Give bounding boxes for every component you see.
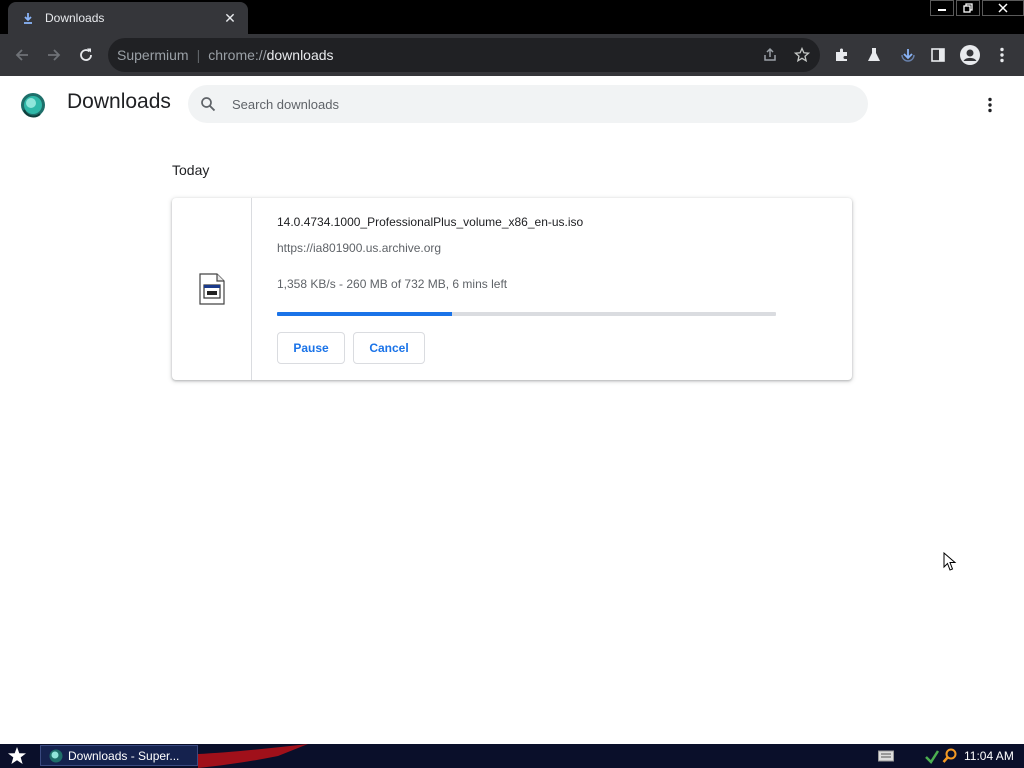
profile-icon [960,45,980,65]
share-button[interactable] [758,43,782,67]
page-title: Downloads [67,90,171,113]
menu-icon [1000,47,1004,63]
supermium-taskbar-icon [49,749,63,762]
extensions-icon [836,48,847,61]
window-controls [928,0,1024,18]
close-icon [998,3,1008,13]
tab-close-button[interactable]: ✕ [222,10,238,26]
labs-icon [868,48,880,61]
minimize-button[interactable] [930,0,954,16]
search-input[interactable] [230,95,834,113]
browser-toolbar: Supermium | chrome:// downloads [0,34,1024,76]
search-tray-icon[interactable] [942,748,958,764]
reload-icon [80,48,92,61]
labs-button[interactable] [862,43,886,67]
tab-title: Downloads [45,11,105,25]
share-icon [764,47,776,61]
omnibox-scheme: chrome:// [208,47,267,63]
star-icon [794,47,810,63]
supermium-logo-icon [21,93,45,118]
minimize-icon [938,9,946,11]
omnibox-separator: | [196,47,201,63]
downloads-indicator-button[interactable] [896,43,920,67]
profile-button[interactable] [958,43,982,67]
reload-button[interactable] [74,43,98,67]
taskbar-item-label: Downloads - Super... [68,748,180,763]
taskbar-clock: 11:04 AM [964,749,1014,763]
omnibox[interactable]: Supermium | chrome:// downloads [108,38,820,72]
mouse-cursor-icon [943,552,957,571]
taskbar-item-downloads[interactable]: Downloads - Super... [40,745,198,766]
cancel-button[interactable]: Cancel [353,332,425,364]
side-panel-button[interactable] [926,43,950,67]
tab-downloads[interactable]: Downloads ✕ [8,2,248,34]
download-icon [20,10,36,26]
date-heading: Today [172,162,210,178]
back-button[interactable] [10,43,34,67]
restore-button[interactable] [956,0,980,16]
side-panel-icon [931,48,945,62]
page-menu-button[interactable] [980,94,1000,116]
more-vert-icon [988,97,992,113]
start-button[interactable] [6,746,28,766]
downloads-header: Downloads [0,76,1024,132]
omnibox-site-name: Supermium [117,47,189,63]
downloads-indicator-icon [901,49,915,62]
forward-button[interactable] [42,43,66,67]
progress-bar-fill [277,312,452,316]
progress-bar [277,312,776,316]
keyboard-icon[interactable] [878,750,894,762]
taskbar-decoration [198,744,308,768]
star-start-icon [8,747,26,764]
download-item: 14.0.4734.1000_ProfessionalPlus_volume_x… [172,198,852,380]
search-icon [201,97,216,112]
back-icon [15,49,28,61]
source-url-link[interactable]: https://ia801900.us.archive.org [277,241,441,255]
browser-menu-button[interactable] [990,43,1014,67]
tab-strip: Downloads ✕ [0,0,1024,34]
bookmark-star-button[interactable] [790,43,814,67]
file-icon [199,273,225,305]
taskbar: Downloads - Super... 11:04 AM [0,744,1024,768]
download-status: 1,358 KB/s - 260 MB of 732 MB, 6 mins le… [277,277,508,291]
extensions-button[interactable] [830,43,854,67]
file-name-link[interactable]: 14.0.4734.1000_ProfessionalPlus_volume_x… [277,215,583,229]
omnibox-path: downloads [266,47,334,63]
network-icon[interactable] [924,748,940,764]
forward-icon [48,49,61,61]
pause-button[interactable]: Pause [277,332,345,364]
restore-icon [963,3,973,13]
close-window-button[interactable] [982,0,1024,16]
search-box[interactable] [188,85,868,123]
file-icon-column [172,198,252,380]
